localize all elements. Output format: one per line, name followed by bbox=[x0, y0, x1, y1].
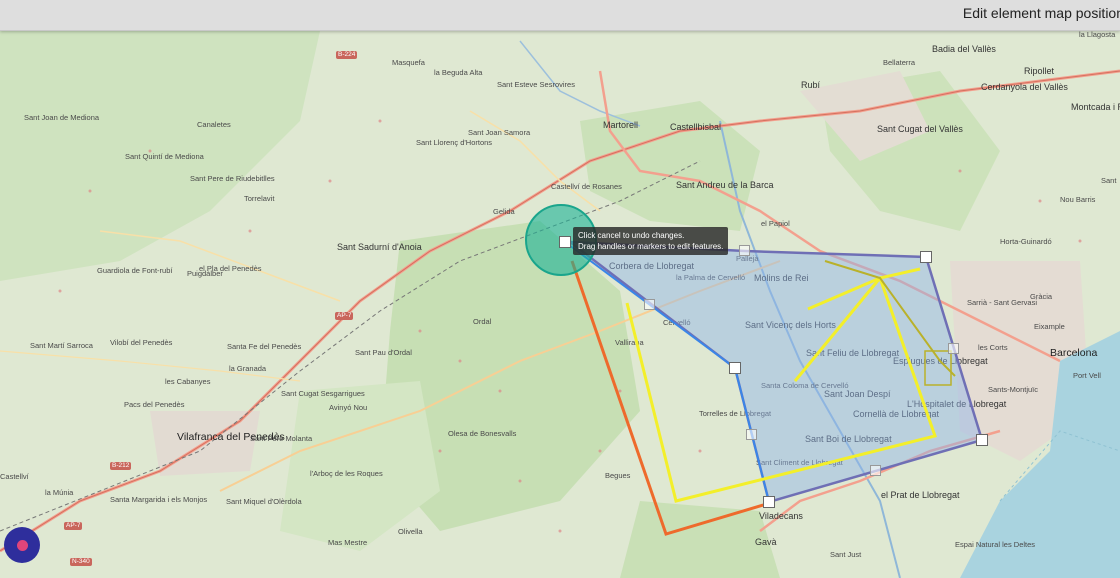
location-dot-icon bbox=[17, 540, 28, 551]
midpoint-handle[interactable] bbox=[739, 245, 750, 256]
tooltip-line-undo: Click cancel to undo changes. bbox=[578, 231, 685, 240]
tooltip-line-edit: Drag handles or markers to edit features… bbox=[578, 242, 724, 251]
midpoint-handle[interactable] bbox=[870, 465, 881, 476]
edit-tooltip: Click cancel to undo changes. Drag handl… bbox=[573, 227, 729, 255]
page-title: Edit element map position bbox=[962, 5, 1120, 21]
midpoint-handle[interactable] bbox=[746, 429, 757, 440]
vertex-handle[interactable] bbox=[976, 434, 988, 446]
feature-overlay bbox=[564, 240, 984, 536]
midpoint-handle[interactable] bbox=[948, 343, 959, 354]
vertex-handle[interactable] bbox=[729, 362, 741, 374]
midpoint-handle[interactable] bbox=[644, 299, 655, 310]
vertex-handle[interactable] bbox=[920, 251, 932, 263]
vertex-handle[interactable] bbox=[559, 236, 571, 248]
top-bar: Edit element map position bbox=[0, 0, 1120, 31]
map-canvas[interactable]: Click cancel to undo changes. Drag handl… bbox=[0, 31, 1120, 578]
location-marker[interactable] bbox=[4, 527, 40, 563]
vertex-handle[interactable] bbox=[763, 496, 775, 508]
area-polygon[interactable] bbox=[566, 240, 984, 504]
